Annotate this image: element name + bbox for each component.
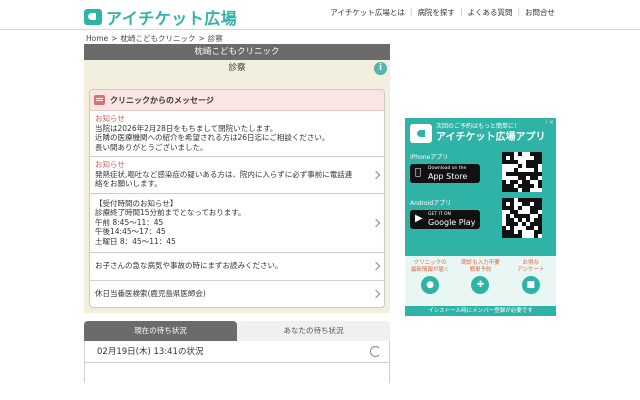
nav-divider: |	[459, 7, 463, 16]
wait-tabs: 現在の待ち状況 あなたの待ち状況	[84, 321, 390, 341]
message-header: クリニックからのメッセージ	[90, 90, 384, 111]
notice-line: 近隣の医療機関への紹介を希望される方は26日迄にご相談ください。	[95, 133, 330, 142]
notice-item[interactable]: 休日当番医検索(鹿児島県医師会)	[90, 281, 384, 308]
stethoscope-icon: ✚	[471, 276, 490, 294]
notice-item[interactable]: お知らせ 当院は2026年2月28日をもちまして閉院いたします。 近隣の医療機関…	[90, 111, 384, 157]
main-content: 枕崎こどもクリニック 診察 i クリニックからのメッセージ お知らせ 当院は20…	[84, 44, 390, 383]
nav-faq-link[interactable]: よくある質問	[467, 7, 512, 18]
logo-text: アイチケット広場	[106, 9, 238, 28]
chevron-right-icon	[371, 262, 381, 271]
tab-your-wait[interactable]: あなたの待ち状況	[237, 321, 390, 341]
qr-code-icon	[502, 152, 542, 192]
message-area: クリニックからのメッセージ お知らせ 当院は2026年2月28日をもちまして閉院…	[84, 77, 390, 313]
ad-android-label: Androidアプリ	[410, 200, 452, 207]
breadcrumb-clinic[interactable]: 枕崎こどもクリニック	[120, 34, 195, 43]
notice-line: 午後14:45〜17：45	[95, 227, 166, 236]
breadcrumb-home[interactable]: Home	[86, 34, 108, 43]
notice-label: お知らせ	[95, 114, 125, 123]
ad-choices-icon[interactable]: i ×	[545, 119, 554, 126]
notice-line: 診療終了時間15分前までとなっております。	[95, 208, 246, 217]
status-datetime: 02月19日(木) 13:41の状況	[97, 347, 204, 357]
feature-bottom: 最新情報が届く	[410, 267, 450, 273]
notice-line: 絡をお願いします。	[95, 179, 162, 188]
status-row: 02月19日(木) 13:41の状況	[84, 341, 390, 363]
feature-top: お得な	[522, 260, 540, 266]
ad-ios-row: iPhoneアプリ  Download on the App Store	[405, 152, 556, 192]
google-play-button[interactable]: ▶ GET IT ON Google Play	[410, 210, 480, 229]
ad-iphone-label: iPhoneアプリ	[410, 154, 449, 161]
notice-item[interactable]: お子さんの急な病気や事故の時にまずお読みください。	[90, 253, 384, 281]
notice-item[interactable]: 【受付時間のお知らせ】 診療終了時間15分前までとなっております。 午前 8:4…	[90, 194, 384, 253]
feature-item: 問診も入力不要 簡単予約 ✚	[458, 260, 502, 306]
site-logo[interactable]: アイチケット広場	[84, 5, 237, 29]
nav-about-link[interactable]: アイチケット広場とは	[330, 7, 405, 18]
section-header: 診察 i	[84, 60, 390, 77]
notice-line: 土曜日 8：45〜11：45	[95, 236, 176, 246]
qr-code-icon	[502, 198, 542, 238]
chevron-right-icon	[371, 218, 381, 227]
appstore-small-text: Download on the	[428, 166, 467, 171]
top-bar: アイチケット広場 アイチケット広場とは | 病院を探す | よくある質問 | お…	[0, 0, 640, 30]
section-title: 診察	[228, 63, 246, 73]
app-ad-banner[interactable]: i × 次回のご予約はもっと簡単に！ アイチケット広場アプリ iPhoneアプリ…	[405, 118, 556, 316]
chevron-right-icon	[371, 170, 381, 179]
message-box: クリニックからのメッセージ お知らせ 当院は2026年2月28日をもちまして閉院…	[89, 89, 385, 308]
feature-bottom: アンケート	[517, 267, 545, 273]
app-store-button[interactable]:  Download on the App Store	[410, 164, 480, 183]
ad-app-name: アイチケット広場アプリ	[436, 132, 546, 143]
chat-icon: ●	[421, 276, 440, 294]
breadcrumb-sep: >	[198, 34, 205, 43]
feature-item: クリニックの 最新情報が届く ●	[408, 260, 452, 306]
notice-label: お知らせ	[95, 160, 125, 169]
message-title: クリニックからのメッセージ	[110, 95, 214, 105]
notice-line: 午前 8:45〜11：45	[95, 217, 164, 227]
gplay-small-text: GET IT ON	[428, 212, 451, 217]
gift-icon: ■	[521, 276, 540, 294]
gplay-big-text: Google Play	[428, 218, 476, 227]
logo-mark-icon	[84, 9, 102, 25]
apple-icon: 	[415, 168, 421, 178]
notice-line: お子さんの急な病気や事故の時にまずお読みください。	[95, 261, 283, 270]
ad-footer: インストール時にメンバー登録が必要です	[405, 306, 556, 316]
ad-header: 次回のご予約はもっと簡単に！ アイチケット広場アプリ	[405, 118, 556, 144]
ad-features: クリニックの 最新情報が届く ● 問診も入力不要 簡単予約 ✚ お得な アンケー…	[405, 256, 556, 306]
notice-line: 当院は2026年2月28日をもちまして閉院いたします。	[95, 123, 278, 133]
feature-bottom: 簡単予約	[469, 267, 492, 273]
app-logo-icon	[410, 124, 432, 143]
message-bubble-icon	[94, 95, 105, 105]
status-body	[84, 363, 390, 383]
feature-item: お得な アンケート ■	[509, 260, 553, 306]
breadcrumb-sep: >	[111, 34, 118, 43]
notice-item[interactable]: お知らせ 発熱症状,嘔吐など感染症の疑いある方は、院内に入らずに必ず事前に電話連…	[90, 157, 384, 194]
nav-divider: |	[409, 7, 413, 16]
ad-android-row: Androidアプリ ▶ GET IT ON Google Play	[405, 198, 556, 238]
ad-tagline: 次回のご予約はもっと簡単に！	[436, 123, 521, 130]
nav-divider: |	[517, 7, 520, 16]
notice-line: 休日当番医検索(鹿児島県医師会)	[95, 288, 206, 298]
feature-top: 問診も入力不要	[461, 260, 500, 266]
tab-current-wait[interactable]: 現在の待ち状況	[84, 321, 237, 341]
chevron-right-icon	[371, 289, 381, 298]
breadcrumb: Home > 枕崎こどもクリニック > 診察	[86, 33, 223, 44]
feature-top: クリニックの	[413, 260, 447, 266]
notice-line: 【受付時間のお知らせ】	[95, 198, 178, 208]
notice-line: 長い間ありがとうございました。	[95, 142, 208, 152]
nav-search-link[interactable]: 病院を探す	[417, 7, 455, 18]
clinic-name: 枕崎こどもクリニック	[84, 44, 390, 60]
nav-contact-link[interactable]: お問合せ	[525, 7, 555, 18]
info-icon[interactable]: i	[374, 62, 387, 75]
appstore-big-text: App Store	[428, 172, 468, 181]
notice-line: 発熱症状,嘔吐など感染症の疑いある方は、院内に入らずに必ず事前に電話連	[95, 169, 353, 179]
breadcrumb-current: 診察	[207, 34, 223, 43]
top-nav: アイチケット広場とは | 病院を探す | よくある質問 | お問合せ	[330, 7, 555, 18]
refresh-icon[interactable]	[370, 346, 381, 357]
play-icon: ▶	[415, 213, 423, 224]
